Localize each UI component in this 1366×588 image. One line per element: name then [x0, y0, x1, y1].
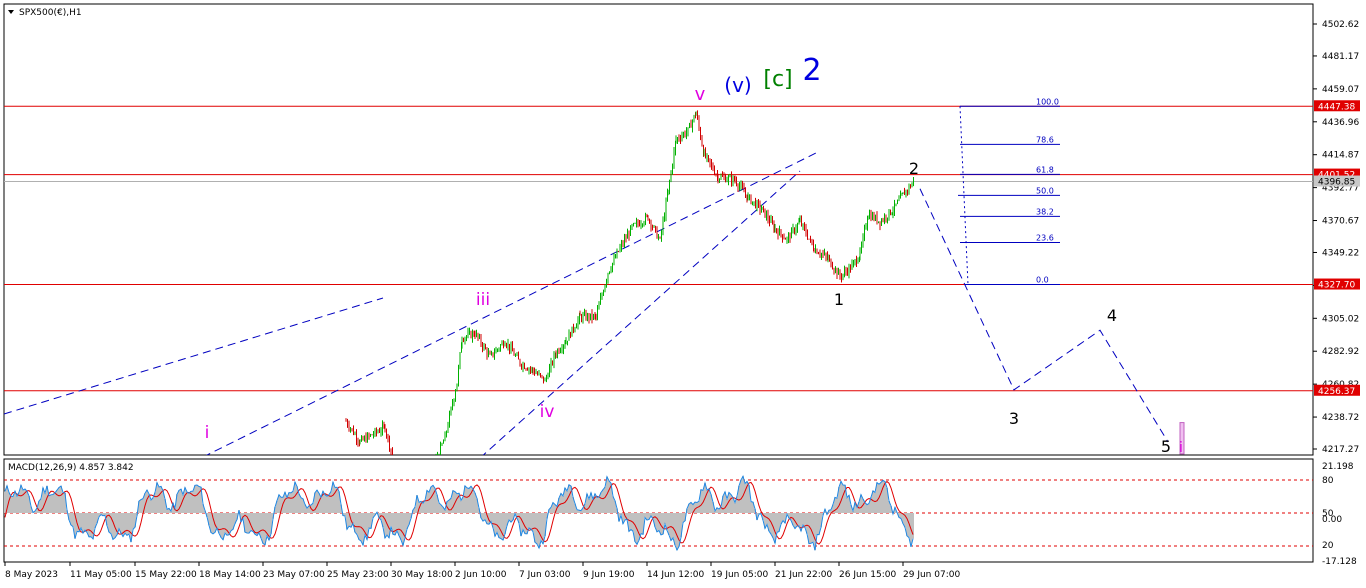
price-tick-label: 4459.07 [1322, 85, 1359, 95]
wave-label: 2 [802, 53, 821, 88]
macd-tick-label: 0.00 [1322, 515, 1342, 525]
price-tick-label: 4238.72 [1322, 413, 1359, 423]
time-tick-label: 11 May 05:00 [70, 570, 132, 580]
time-tick-label: 29 Jun 07:00 [903, 570, 960, 580]
price-tick-label: 4436.96 [1322, 118, 1359, 128]
time-tick-label: 21 Jun 22:00 [775, 570, 832, 580]
price-level-tag-label: 4256.37 [1318, 387, 1355, 397]
time-tick-label: 2 Jun 10:00 [455, 570, 507, 580]
fib-level-label: 100.0 [1036, 97, 1059, 106]
wave-label: iii [476, 290, 490, 310]
macd-tick-label: -17.128 [1322, 557, 1357, 567]
chart-canvas: 100.078.661.850.038.223.60.0 iiiiivv (v)[… [3, 3, 1360, 580]
time-tick-label: 30 May 18:00 [391, 570, 453, 580]
price-tick-label: 4282.92 [1322, 347, 1359, 357]
fib-level-label: 50.0 [1036, 186, 1054, 195]
time-tick-label: 9 Jun 19:00 [583, 570, 635, 580]
price-level-tag-label: 4447.38 [1318, 102, 1355, 112]
fib-level-label: 0.0 [1036, 276, 1049, 285]
chart-title: SPX500(€),H1 [19, 8, 82, 18]
fib-level-label: 38.2 [1036, 207, 1054, 216]
wave-label: v [695, 84, 706, 105]
time-tick-label: 15 May 22:00 [135, 570, 197, 580]
price-tick-label: 4414.87 [1322, 151, 1359, 161]
wave-label: 1 [834, 290, 844, 309]
macd-tick-label: 20 [1322, 541, 1334, 551]
price-tick-label: 4305.02 [1322, 314, 1359, 324]
time-tick-label: 19 Jun 05:00 [711, 570, 768, 580]
fib-level-label: 78.6 [1036, 135, 1054, 144]
price-tick-label: 4502.62 [1322, 20, 1359, 30]
wave-label: (v) [724, 73, 751, 97]
wave-label: 4 [1107, 306, 1117, 325]
wave-label: i [1179, 440, 1183, 456]
time-tick-label: 25 May 23:00 [327, 570, 389, 580]
price-tick-label: 4349.22 [1322, 248, 1359, 258]
wave-label: 3 [1009, 409, 1019, 428]
macd-tick-label: 21.198 [1322, 462, 1354, 472]
wave-label: [c] [763, 67, 792, 92]
wave-label: iv [540, 402, 555, 422]
time-tick-label: 14 Jun 12:00 [647, 570, 704, 580]
price-tick-label: 4217.27 [1322, 445, 1359, 455]
macd-title: MACD(12,26,9) 4.857 3.842 [8, 463, 134, 473]
time-tick-label: 7 Jun 03:00 [519, 570, 571, 580]
price-tick-label: 4481.17 [1322, 52, 1359, 62]
time-tick-label: 8 May 2023 [5, 570, 58, 580]
wave-label: 2 [909, 159, 919, 178]
time-tick-label: 18 May 14:00 [199, 570, 261, 580]
wave-label: i [205, 423, 210, 443]
price-level-tag-label: 4327.70 [1318, 281, 1355, 291]
time-tick-label: 23 May 07:00 [263, 570, 325, 580]
macd-tick-label: 80 [1322, 476, 1334, 486]
fib-level-label: 61.8 [1036, 165, 1054, 174]
price-tick-label: 4370.67 [1322, 217, 1359, 227]
chart-frame [3, 3, 1314, 456]
wave-label: 5 [1161, 437, 1171, 456]
time-tick-label: 26 Jun 15:00 [839, 570, 896, 580]
price-level-tag-label: 4396.85 [1318, 178, 1355, 188]
fib-level-label: 23.6 [1036, 233, 1054, 242]
